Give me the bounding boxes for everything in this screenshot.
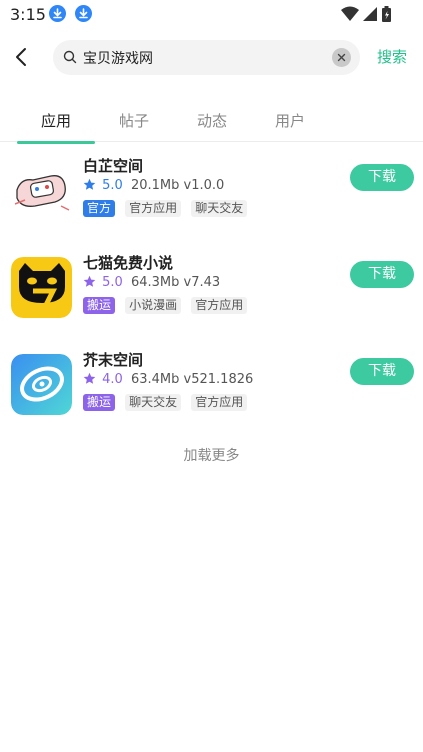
- tab-apps[interactable]: 应用: [17, 110, 95, 131]
- search-query-text: 宝贝游戏网: [83, 51, 153, 67]
- search-bar: 宝贝游戏网 搜索: [0, 38, 423, 78]
- tag: 官方应用: [191, 394, 248, 411]
- tag: 小说漫画: [125, 297, 182, 314]
- app-size: 20.1Mb: [130, 178, 180, 193]
- app-tags: 搬运 小说漫画 官方应用: [83, 294, 252, 314]
- load-more-button[interactable]: 加载更多: [0, 445, 423, 465]
- app-meta: 5.0 64.3Mb v7.43: [83, 275, 220, 290]
- tag: 官方应用: [191, 297, 248, 314]
- tab-activity[interactable]: 动态: [173, 110, 251, 131]
- star-icon: [83, 178, 96, 190]
- app-name: 芥末空间: [83, 351, 144, 369]
- app-tags: 官方 官方应用 聊天交友: [83, 197, 252, 217]
- tag-official: 官方: [83, 200, 116, 217]
- app-rating: 4.0: [102, 372, 123, 387]
- clear-search-icon[interactable]: [332, 48, 351, 67]
- tag-port: 搬运: [83, 297, 116, 314]
- app-rating: 5.0: [102, 178, 123, 193]
- search-input[interactable]: 宝贝游戏网: [53, 40, 360, 75]
- tag: 聊天交友: [191, 200, 248, 217]
- system-status-icons: [341, 6, 391, 22]
- download-notification-icon: [49, 5, 66, 22]
- tag: 官方应用: [125, 200, 182, 217]
- tab-users[interactable]: 用户: [251, 110, 329, 131]
- app-size: 63.4Mb: [130, 372, 180, 387]
- back-arrow-icon[interactable]: [12, 46, 32, 68]
- app-size: 64.3Mb: [130, 275, 180, 290]
- app-version: v7.43: [183, 275, 221, 290]
- app-rating: 5.0: [102, 275, 123, 290]
- search-icon: [63, 50, 77, 64]
- tag: 聊天交友: [125, 394, 182, 411]
- app-icon-qimao: [11, 257, 72, 318]
- app-version: v521.1826: [183, 372, 254, 387]
- app-tags: 搬运 聊天交友 官方应用: [83, 391, 252, 411]
- star-icon: [83, 372, 96, 384]
- search-button[interactable]: 搜索: [377, 46, 407, 67]
- download-notification-icon: [75, 5, 92, 22]
- download-button[interactable]: 下载: [350, 164, 414, 191]
- list-item[interactable]: 七猫免费小说 5.0 64.3Mb v7.43 搬运 小说漫画 官方应用 下载: [0, 252, 423, 332]
- app-name: 白芷空间: [83, 157, 144, 175]
- app-icon-jiemo: [11, 354, 72, 415]
- tab-posts[interactable]: 帖子: [95, 110, 173, 131]
- star-icon: [83, 275, 96, 287]
- app-icon-baizhi: [11, 160, 72, 221]
- app-meta: 5.0 20.1Mb v1.0.0: [83, 178, 224, 193]
- app-meta: 4.0 63.4Mb v521.1826: [83, 372, 253, 387]
- download-button[interactable]: 下载: [350, 358, 414, 385]
- list-item[interactable]: 白芷空间 5.0 20.1Mb v1.0.0 官方 官方应用 聊天交友 下载: [0, 155, 423, 235]
- app-name: 七猫免费小说: [83, 254, 174, 272]
- tag-port: 搬运: [83, 394, 116, 411]
- status-time: 3:15: [10, 5, 46, 24]
- download-button[interactable]: 下载: [350, 261, 414, 288]
- active-tab-indicator: [17, 141, 95, 144]
- app-version: v1.0.0: [183, 178, 225, 193]
- list-item[interactable]: 芥末空间 4.0 63.4Mb v521.1826 搬运 聊天交友 官方应用 下…: [0, 349, 423, 429]
- result-tabs: 应用 帖子 动态 用户: [0, 100, 423, 144]
- status-bar: 3:15: [0, 0, 423, 30]
